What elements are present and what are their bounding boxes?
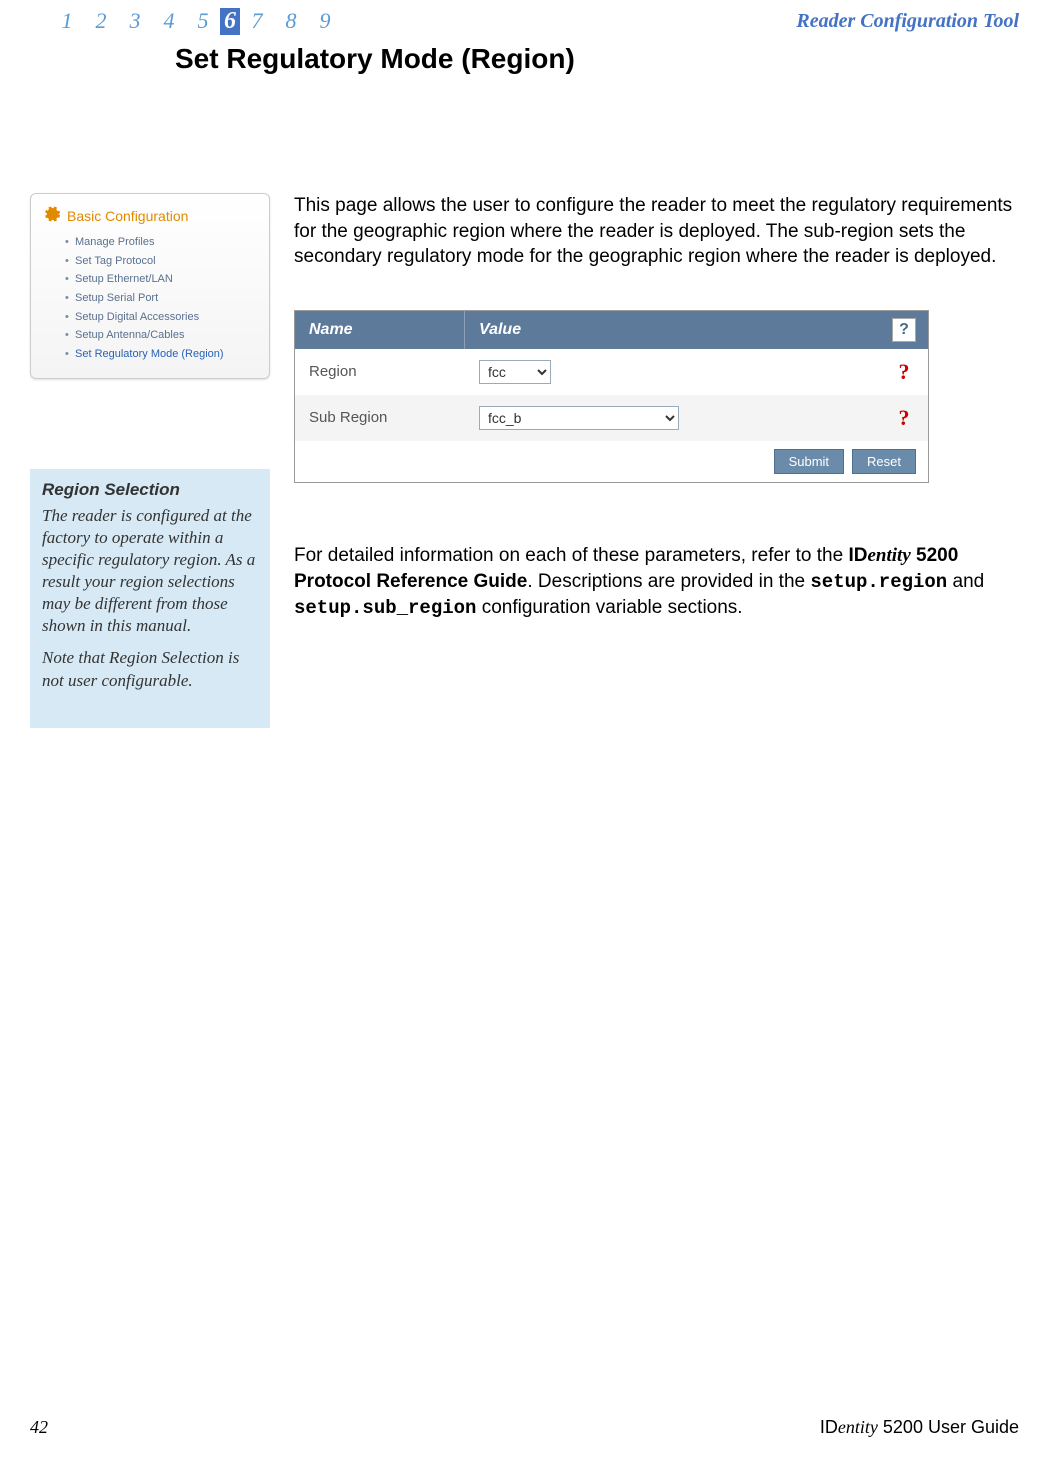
nav-item[interactable]: Setup Antenna/Cables [65,326,261,345]
gear-icon [41,204,61,227]
form-actions: Submit Reset [295,441,928,482]
nav-panel-title-text: Basic Configuration [67,208,188,224]
nav-item[interactable]: Set Tag Protocol [65,252,261,271]
sidebar-note-p1: The reader is configured at the factory … [42,505,258,638]
form-header-value: Value [465,311,880,349]
chapter-link-5[interactable]: 5 [186,8,220,35]
page-footer: 42 IDentity 5200 User Guide [0,1417,1049,1438]
nav-item[interactable]: Setup Digital Accessories [65,308,261,327]
intro-text: This page allows the user to configure t… [294,193,1019,270]
sidebar-note: Region Selection The reader is configure… [30,469,270,728]
chapter-link-3[interactable]: 3 [118,8,152,35]
nav-panel: Basic Configuration Manage ProfilesSet T… [30,193,270,379]
form-panel: Name Value ? Region fcc ? Sub Region [294,310,929,483]
sidebar-note-p2: Note that Region Selection is not user c… [42,647,258,691]
chapter-link-6[interactable]: 6 [220,8,240,35]
page-header: 123456789 Reader Configuration Tool [0,0,1049,43]
submit-button[interactable]: Submit [774,449,844,474]
chapter-link-7[interactable]: 7 [240,8,274,35]
nav-items: Manage ProfilesSet Tag ProtocolSetup Eth… [39,233,261,364]
nav-panel-title: Basic Configuration [39,204,261,227]
tool-title: Reader Configuration Tool [796,10,1019,33]
help-icon[interactable]: ? [892,318,916,342]
chapter-link-9[interactable]: 9 [308,8,342,35]
nav-item[interactable]: Setup Ethernet/LAN [65,270,261,289]
footer-guide: IDentity 5200 User Guide [820,1417,1019,1438]
table-row: Sub Region fcc_b ? [295,395,928,441]
sidebar-note-heading: Region Selection [42,479,258,501]
page-number: 42 [30,1417,48,1438]
subregion-help-icon[interactable]: ? [880,395,928,441]
subregion-label: Sub Region [295,399,465,436]
chapter-link-8[interactable]: 8 [274,8,308,35]
nav-item[interactable]: Setup Serial Port [65,289,261,308]
form-header-row: Name Value ? [295,311,928,349]
table-row: Region fcc ? [295,349,928,395]
form-header-help[interactable]: ? [880,311,928,349]
detail-text: For detailed information on each of thes… [294,543,1019,622]
chapter-link-4[interactable]: 4 [152,8,186,35]
nav-item[interactable]: Manage Profiles [65,233,261,252]
chapter-link-1[interactable]: 1 [50,8,84,35]
chapter-nav: 123456789 [50,8,342,35]
form-header-name: Name [295,311,465,349]
reset-button[interactable]: Reset [852,449,916,474]
page-title: Set Regulatory Mode (Region) [175,43,1049,75]
region-help-icon[interactable]: ? [880,349,928,395]
region-label: Region [295,353,465,390]
subregion-select[interactable]: fcc_b [479,406,679,430]
region-select[interactable]: fcc [479,360,551,384]
nav-item[interactable]: Set Regulatory Mode (Region) [65,345,261,364]
chapter-link-2[interactable]: 2 [84,8,118,35]
